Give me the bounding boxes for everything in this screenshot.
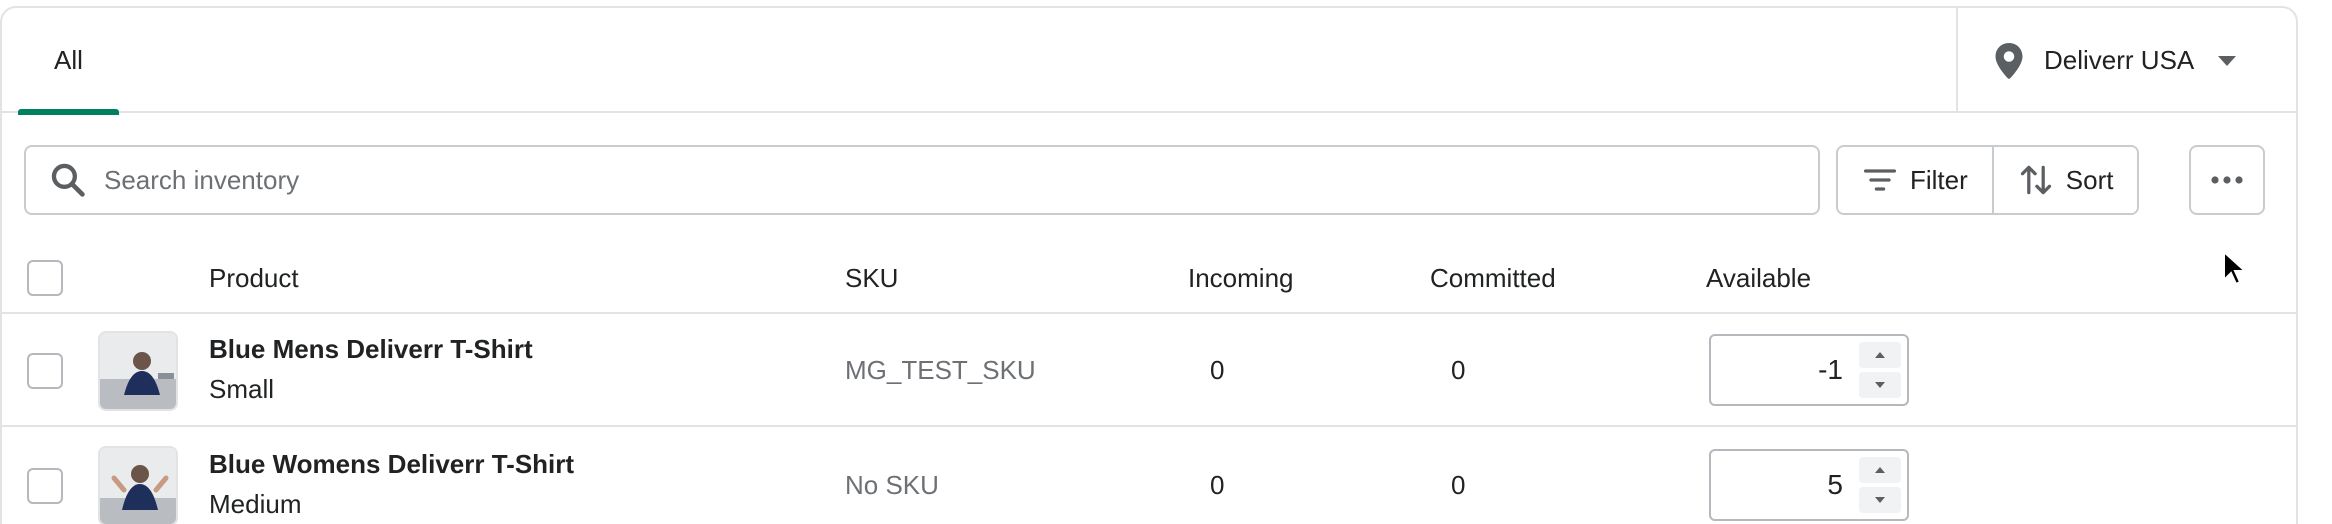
tab-all-label: All <box>54 45 83 75</box>
location-pin-icon <box>1995 42 2023 79</box>
row-checkbox[interactable] <box>27 468 63 504</box>
sort-label: Sort <box>2065 164 2114 195</box>
table-row: Blue Womens Deliverr T-Shirt Medium No S… <box>2 429 2296 524</box>
select-all-checkbox[interactable] <box>27 260 63 296</box>
column-committed[interactable]: Committed <box>1430 242 1556 314</box>
product-thumbnail <box>98 446 178 524</box>
column-sku[interactable]: SKU <box>845 242 898 314</box>
table-row: Blue Mens Deliverr T-Shirt Small MG_TEST… <box>2 314 2296 427</box>
product-variant: Medium <box>209 489 302 519</box>
search-icon <box>51 163 85 197</box>
caret-up-icon <box>1875 467 1885 473</box>
available-input[interactable] <box>1721 465 1843 505</box>
available-stepper[interactable] <box>1709 449 1909 521</box>
table-header: Product SKU Incoming Committed Available <box>2 242 2296 314</box>
committed-value: 0 <box>1451 355 1466 385</box>
increment-button[interactable] <box>1859 457 1901 483</box>
product-image <box>100 333 176 409</box>
product-thumbnail <box>98 331 178 411</box>
caret-up-icon <box>1875 352 1885 358</box>
increment-button[interactable] <box>1859 342 1901 368</box>
mouse-cursor-icon <box>2223 250 2248 286</box>
decrement-button[interactable] <box>1859 487 1901 513</box>
tabs-bar: All Deliverr USA <box>2 8 2296 115</box>
filter-sort-group: Filter Sort <box>1836 145 2140 215</box>
sku-value: No SKU <box>845 470 939 500</box>
product-variant: Small <box>209 374 275 404</box>
more-horizontal-icon <box>2211 176 2243 184</box>
available-input[interactable] <box>1721 350 1843 390</box>
active-tab-indicator <box>18 109 119 115</box>
location-selector[interactable]: Deliverr USA <box>1956 8 2296 113</box>
incoming-value: 0 <box>1210 355 1225 385</box>
available-stepper[interactable] <box>1709 334 1909 406</box>
sort-icon <box>2020 165 2051 195</box>
caret-down-icon <box>1875 382 1885 388</box>
sku-value: MG_TEST_SKU <box>845 355 1036 385</box>
incoming-value: 0 <box>1210 470 1225 500</box>
committed-value: 0 <box>1451 470 1466 500</box>
product-name-link[interactable]: Blue Mens Deliverr T-Shirt <box>209 334 533 365</box>
inventory-card: All Deliverr USA Filter <box>0 6 2298 524</box>
filter-icon <box>1863 169 1897 191</box>
search-input[interactable] <box>104 164 1804 196</box>
column-product[interactable]: Product <box>209 242 299 314</box>
location-label: Deliverr USA <box>2044 45 2195 75</box>
column-incoming[interactable]: Incoming <box>1188 242 1294 314</box>
row-checkbox[interactable] <box>27 353 63 389</box>
column-available[interactable]: Available <box>1706 242 1811 314</box>
product-name-link[interactable]: Blue Womens Deliverr T-Shirt <box>209 449 574 480</box>
sort-button[interactable]: Sort <box>1991 147 2138 213</box>
search-field[interactable] <box>24 145 1820 215</box>
chevron-down-icon <box>2218 55 2237 66</box>
filter-label: Filter <box>1910 164 1968 195</box>
filter-button[interactable]: Filter <box>1838 147 1992 213</box>
caret-down-icon <box>1875 497 1885 503</box>
more-actions-button[interactable] <box>2189 145 2265 215</box>
decrement-button[interactable] <box>1859 372 1901 398</box>
product-image <box>100 448 176 524</box>
tab-all[interactable]: All <box>18 8 119 115</box>
